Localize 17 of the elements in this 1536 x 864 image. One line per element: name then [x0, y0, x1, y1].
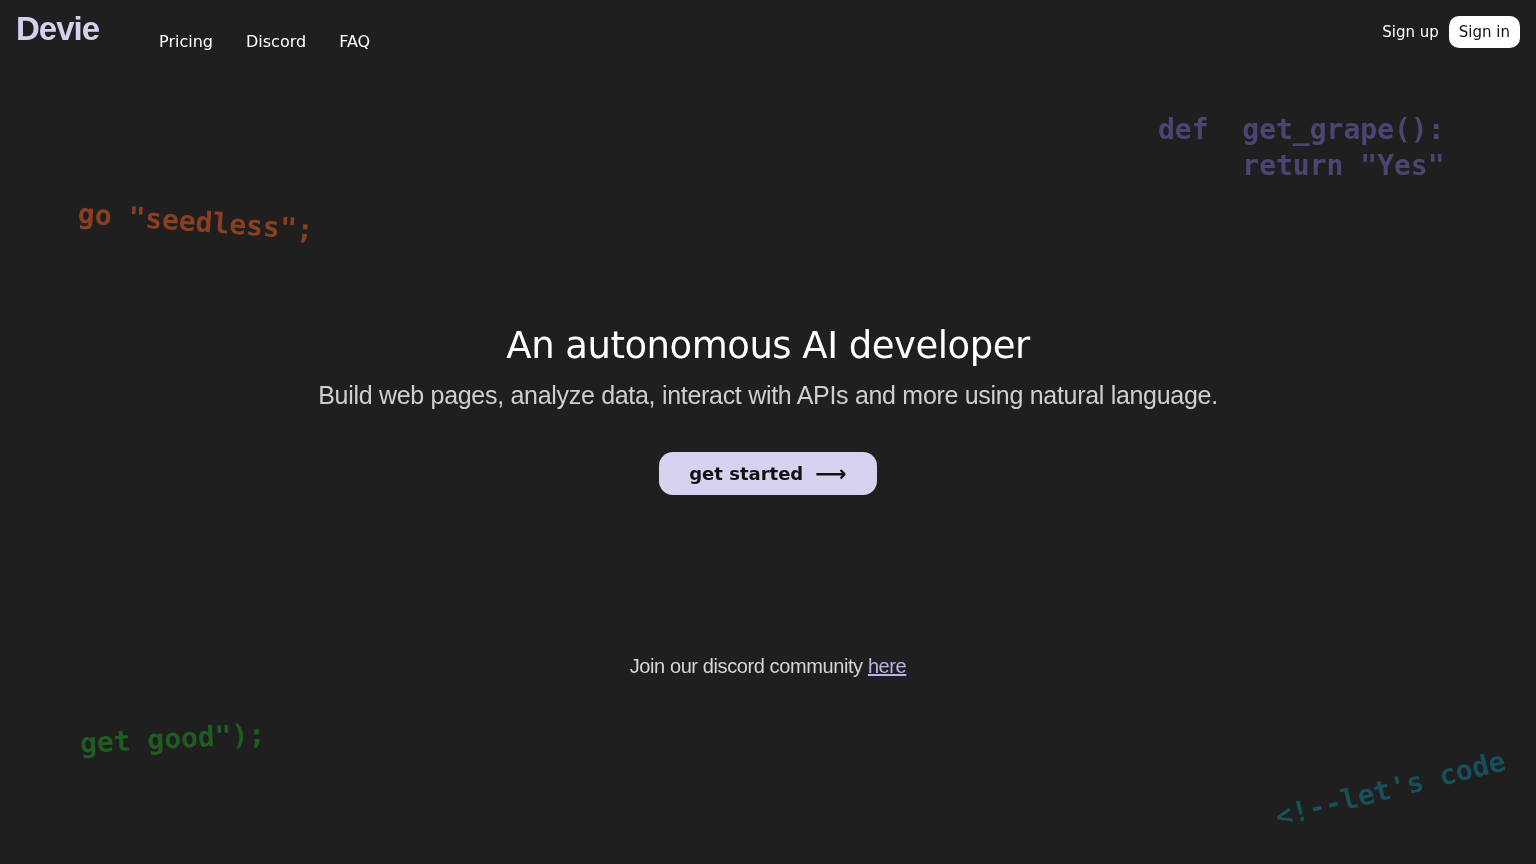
here-link[interactable]: here	[867, 655, 907, 677]
sign-up-link[interactable]: Sign up	[1382, 23, 1439, 41]
hero-title: An autonomous AI developer	[506, 324, 1030, 367]
nav-link[interactable]: Pricing	[159, 31, 213, 51]
code-snippet: go "seedless";	[76, 196, 315, 249]
hero-subtitle: Build web pages, analyze data, interact with APIs and more using natural language.	[318, 381, 1218, 410]
community-text: Join our discord community here	[629, 655, 907, 678]
code-snippet: return "Yes"	[1241, 148, 1445, 184]
sign-in-button[interactable]: Sign in	[1448, 16, 1520, 48]
code-snippet: get good");	[79, 716, 267, 762]
code-snippet: <!--let's code	[1271, 743, 1510, 836]
logo[interactable]: Devie	[16, 10, 100, 48]
nav-link[interactable]: Discord	[246, 31, 307, 51]
get-started-button[interactable]: get started ⟶	[659, 452, 877, 495]
arrow-icon: ⟶	[815, 461, 847, 486]
code-snippet: def get_grape():	[1158, 112, 1445, 148]
nav-link[interactable]: FAQ	[339, 31, 371, 51]
